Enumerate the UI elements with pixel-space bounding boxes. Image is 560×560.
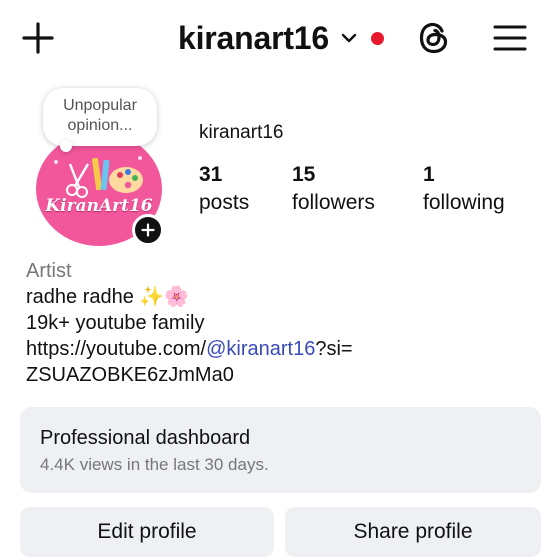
bio-link-continued[interactable]: ZSUAZOBKE6zJmMa0 (26, 362, 546, 388)
note-line-1: Unpopular (63, 97, 137, 114)
note-tail (60, 140, 72, 152)
note-bubble[interactable]: Unpopular opinion... (43, 88, 157, 146)
bio-section: Artist radhe radhe ✨🌸 19k+ youtube famil… (26, 258, 546, 388)
plus-icon[interactable] (18, 18, 58, 58)
stat-posts[interactable]: 31 posts (199, 162, 249, 218)
threads-icon[interactable] (412, 16, 456, 60)
add-story-plus-icon[interactable] (132, 214, 164, 246)
note-line-2: opinion... (67, 117, 133, 134)
dashboard-title: Professional dashboard (40, 427, 251, 449)
avatar-brand-text: KiranArt16 (45, 196, 153, 216)
share-profile-button[interactable]: Share profile (285, 507, 541, 557)
top-bar: kiranart16 (0, 0, 560, 76)
chevron-down-icon (339, 28, 359, 48)
bio-link-prefix: https://youtube.com/ (26, 338, 207, 360)
bio-link-suffix: ?si= (315, 338, 353, 360)
account-switcher[interactable]: kiranart16 (178, 16, 384, 60)
followers-label: followers (292, 191, 375, 214)
stat-followers[interactable]: 15 followers (292, 162, 375, 218)
bio-category: Artist (26, 260, 72, 282)
professional-dashboard[interactable]: Professional dashboard 4.4K views in the… (20, 407, 541, 493)
stat-following[interactable]: 1 following (423, 162, 505, 218)
posts-label: posts (199, 191, 250, 214)
bio-line-1: radhe radhe ✨🌸 (26, 286, 190, 308)
bio-line-2: 19k+ youtube family (26, 312, 205, 334)
notification-dot (371, 31, 384, 45)
header-username: kiranart16 (178, 19, 329, 56)
dashboard-subtitle: 4.4K views in the last 30 days. (40, 455, 269, 474)
edit-profile-button[interactable]: Edit profile (20, 507, 274, 557)
followers-count: 15 (292, 163, 316, 186)
posts-count: 31 (199, 163, 223, 186)
avatar-container: KiranArt16 (36, 132, 164, 250)
following-label: following (423, 191, 505, 214)
bio-link[interactable]: https://youtube.com/@kiranart16?si= (26, 336, 546, 362)
following-count: 1 (423, 163, 435, 186)
hamburger-menu-icon[interactable] (488, 16, 532, 60)
bio-link-mention[interactable]: @kiranart16 (206, 338, 315, 360)
profile-username: kiranart16 (199, 122, 284, 143)
